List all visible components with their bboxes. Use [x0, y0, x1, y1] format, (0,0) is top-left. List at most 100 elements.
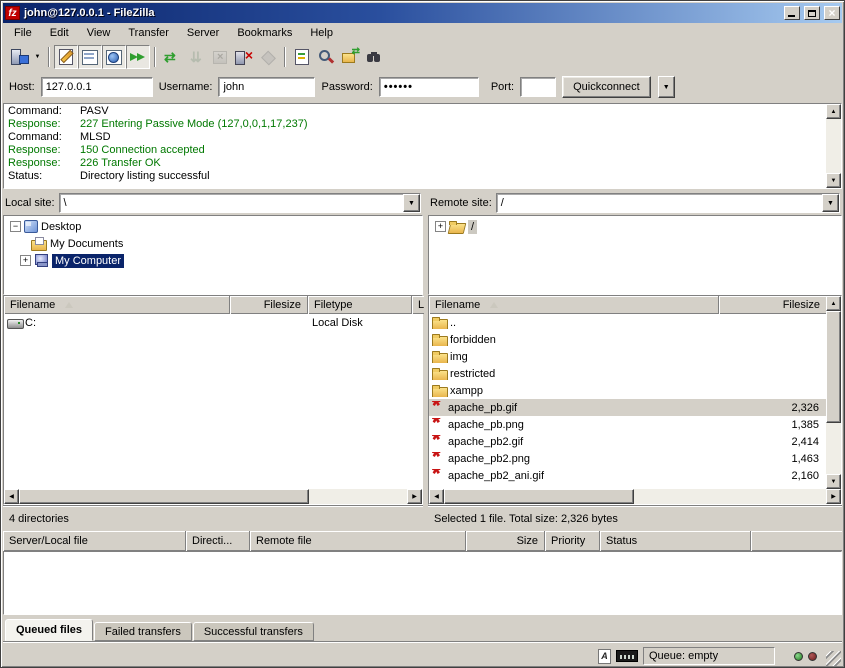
close-button[interactable]	[824, 6, 840, 20]
column-filesize[interactable]: Filesize	[230, 296, 308, 314]
cancel-button[interactable]	[208, 45, 232, 69]
username-input[interactable]: john	[218, 77, 315, 97]
column-filename[interactable]: Filename	[4, 296, 230, 314]
directory-comparison-button[interactable]	[290, 45, 314, 69]
remote-file-row[interactable]: restricted	[429, 365, 826, 382]
scroll-track[interactable]	[826, 423, 841, 474]
scroll-track[interactable]	[309, 489, 407, 504]
menu-transfer[interactable]: Transfer	[119, 25, 178, 41]
drive-icon	[7, 318, 23, 328]
column-priority[interactable]: Priority	[545, 531, 600, 551]
file-name: C:	[25, 317, 36, 329]
filezilla-window: fz john@127.0.0.1 - FileZilla File Edit …	[0, 0, 845, 668]
chevron-down-icon[interactable]	[822, 194, 839, 212]
site-manager-dropdown[interactable]	[31, 45, 44, 69]
remote-horizontal-scrollbar[interactable]	[429, 489, 841, 504]
local-site-combobox[interactable]: \	[59, 193, 421, 213]
local-list-rows: C: Local Disk	[4, 314, 422, 489]
scroll-down-button[interactable]	[826, 474, 841, 489]
remote-file-row[interactable]: xampp	[429, 382, 826, 399]
scroll-up-button[interactable]	[826, 296, 841, 311]
maximize-button[interactable]	[804, 6, 820, 20]
scroll-thumb[interactable]	[19, 489, 309, 504]
scroll-right-button[interactable]	[407, 489, 422, 504]
quickconnect-dropdown[interactable]	[658, 76, 675, 98]
toggle-log-button[interactable]	[54, 45, 78, 69]
scroll-left-button[interactable]	[429, 489, 444, 504]
filename-filters-button[interactable]	[314, 45, 338, 69]
tree-item-desktop[interactable]: Desktop	[4, 218, 422, 235]
remote-file-row[interactable]: apache_pb2_ani.gif 2,160	[429, 467, 826, 484]
scroll-track[interactable]	[826, 119, 841, 173]
refresh-button[interactable]	[160, 45, 184, 69]
expand-icon[interactable]	[435, 221, 446, 232]
queue-size-text: Queue: empty	[649, 650, 718, 662]
expand-icon[interactable]	[20, 255, 31, 266]
remote-file-row[interactable]: ..	[429, 314, 826, 331]
file-size: 2,326	[719, 402, 826, 414]
remote-file-row[interactable]: img	[429, 348, 826, 365]
toggle-remote-tree-button[interactable]	[102, 45, 126, 69]
column-size[interactable]: Size	[466, 531, 545, 551]
log-label: Response:	[8, 157, 80, 170]
scroll-thumb[interactable]	[826, 311, 841, 423]
password-input[interactable]: ••••••	[379, 77, 479, 97]
local-horizontal-scrollbar[interactable]	[4, 489, 422, 504]
scroll-thumb[interactable]	[444, 489, 634, 504]
scroll-down-button[interactable]	[826, 173, 841, 188]
port-input[interactable]	[520, 77, 556, 97]
menu-view[interactable]: View	[78, 25, 120, 41]
menu-server[interactable]: Server	[178, 25, 228, 41]
tree-item-my-computer[interactable]: My Computer	[4, 252, 422, 269]
remote-vertical-scrollbar[interactable]	[826, 296, 841, 489]
column-filesize[interactable]: Filesize	[719, 296, 826, 314]
tab-failed-transfers[interactable]: Failed transfers	[94, 622, 192, 641]
menu-file[interactable]: File	[5, 25, 41, 41]
synchronized-browsing-button[interactable]	[338, 45, 362, 69]
remote-file-row-selected[interactable]: apache_pb.gif 2,326	[429, 399, 826, 416]
collapse-icon[interactable]	[10, 221, 21, 232]
menu-help[interactable]: Help	[301, 25, 342, 41]
directory-comparison-icon	[293, 49, 311, 65]
scroll-track[interactable]	[634, 489, 826, 504]
process-queue-button[interactable]	[184, 45, 208, 69]
remote-file-row[interactable]: apache_pb2.gif 2,414	[429, 433, 826, 450]
tab-queued-files[interactable]: Queued files	[5, 619, 93, 641]
column-direction[interactable]: Directi...	[186, 531, 250, 551]
remote-file-row[interactable]: apache_pb2.png 1,463	[429, 450, 826, 467]
column-remote-file[interactable]: Remote file	[250, 531, 466, 551]
site-manager-button[interactable]	[7, 45, 31, 69]
remote-file-row[interactable]: forbidden	[429, 331, 826, 348]
minimize-button[interactable]	[784, 6, 800, 20]
column-filetype[interactable]: Filetype	[308, 296, 412, 314]
scroll-up-button[interactable]	[826, 104, 841, 119]
resize-grip[interactable]	[826, 651, 841, 666]
queue-list	[3, 551, 842, 615]
reconnect-button[interactable]	[256, 45, 280, 69]
remote-file-row[interactable]: apache_pb.png 1,385	[429, 416, 826, 433]
tree-item-my-documents[interactable]: My Documents	[4, 235, 422, 252]
toggle-local-tree-button[interactable]	[78, 45, 102, 69]
quickconnect-button[interactable]: Quickconnect	[562, 76, 651, 98]
find-files-button[interactable]	[362, 45, 386, 69]
disconnect-button[interactable]	[232, 45, 256, 69]
chevron-down-icon[interactable]	[403, 194, 420, 212]
scroll-left-button[interactable]	[4, 489, 19, 504]
remote-site-combobox[interactable]: /	[496, 193, 840, 213]
host-input[interactable]: 127.0.0.1	[41, 77, 153, 97]
toggle-queue-button[interactable]	[126, 45, 150, 69]
tab-successful-transfers[interactable]: Successful transfers	[193, 622, 314, 641]
log-scrollbar[interactable]	[826, 104, 841, 188]
column-server-local-file[interactable]: Server/Local file	[3, 531, 186, 551]
menu-bookmarks[interactable]: Bookmarks	[228, 25, 301, 41]
tree-item-root[interactable]: /	[429, 218, 841, 235]
image-file-icon	[432, 435, 446, 449]
file-name: forbidden	[450, 334, 496, 346]
column-status[interactable]: Status	[600, 531, 751, 551]
log-text: 150 Connection accepted	[80, 144, 205, 157]
menu-edit[interactable]: Edit	[41, 25, 78, 41]
my-documents-icon	[31, 237, 47, 250]
column-filename[interactable]: Filename	[429, 296, 719, 314]
scroll-right-button[interactable]	[826, 489, 841, 504]
local-file-row[interactable]: C: Local Disk	[4, 314, 422, 331]
